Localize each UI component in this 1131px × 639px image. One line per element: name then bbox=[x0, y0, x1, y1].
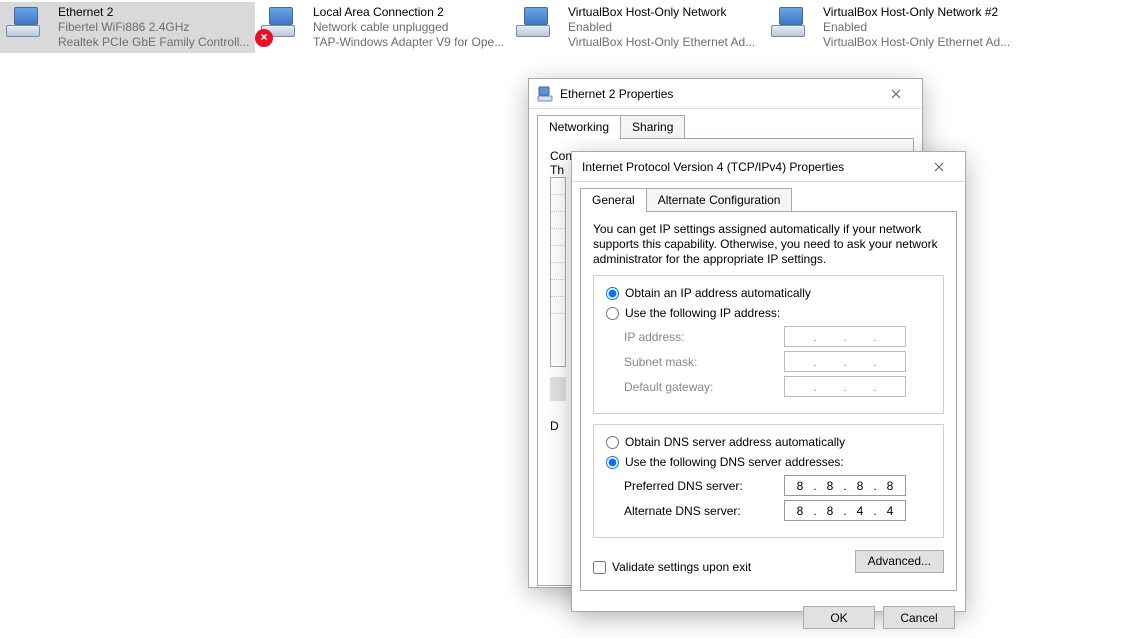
octet[interactable]: 8 bbox=[789, 479, 811, 493]
tab-alternate-configuration[interactable]: Alternate Configuration bbox=[646, 188, 793, 212]
adapter-icon bbox=[769, 5, 817, 47]
field-label: Default gateway: bbox=[624, 380, 784, 394]
description-text: You can get IP settings assigned automat… bbox=[593, 222, 944, 267]
adapter-small-icon bbox=[537, 86, 553, 102]
dialog-title: Internet Protocol Version 4 (TCP/IPv4) P… bbox=[582, 160, 917, 174]
adapter-icon bbox=[4, 5, 52, 47]
tabs: Networking Sharing bbox=[529, 109, 922, 139]
tab-networking[interactable]: Networking bbox=[537, 115, 621, 139]
octet[interactable]: 8 bbox=[819, 479, 841, 493]
cancel-button[interactable]: Cancel bbox=[883, 606, 955, 629]
connection-lan-2[interactable]: × Local Area Connection 2 Network cable … bbox=[255, 2, 510, 53]
radio-label: Obtain an IP address automatically bbox=[625, 286, 811, 300]
row-subnet-mask: Subnet mask: ... bbox=[624, 351, 931, 372]
install-button-strip[interactable] bbox=[550, 377, 566, 401]
field-label: Preferred DNS server: bbox=[624, 479, 784, 493]
octet[interactable]: 4 bbox=[849, 504, 871, 518]
close-button[interactable] bbox=[874, 80, 918, 108]
radio-label: Use the following DNS server addresses: bbox=[625, 455, 844, 469]
dialog-button-row: OK Cancel bbox=[572, 600, 965, 639]
octet[interactable]: 8 bbox=[789, 504, 811, 518]
octet[interactable]: 8 bbox=[879, 479, 901, 493]
titlebar[interactable]: Ethernet 2 Properties bbox=[529, 79, 922, 109]
field-label: Subnet mask: bbox=[624, 355, 784, 369]
connection-name: Ethernet 2 bbox=[58, 5, 249, 20]
connection-status: Fibertel WiFi886 2.4GHz bbox=[58, 20, 249, 35]
tab-general[interactable]: General bbox=[580, 188, 647, 212]
connection-status: Enabled bbox=[568, 20, 755, 35]
error-badge-icon: × bbox=[255, 29, 273, 47]
validate-settings-checkbox[interactable]: Validate settings upon exit bbox=[593, 560, 751, 574]
ip-address-input: ... bbox=[784, 326, 906, 347]
ip-address-group: Obtain an IP address automatically Use t… bbox=[593, 275, 944, 414]
close-button[interactable] bbox=[917, 153, 961, 181]
radio-label: Obtain DNS server address automatically bbox=[625, 435, 845, 449]
alternate-dns-input[interactable]: 8. 8. 4. 4 bbox=[784, 500, 906, 521]
row-ip-address: IP address: ... bbox=[624, 326, 931, 347]
subnet-mask-input: ... bbox=[784, 351, 906, 372]
radio-use-dns[interactable]: Use the following DNS server addresses: bbox=[606, 455, 931, 469]
tabs: General Alternate Configuration bbox=[572, 182, 965, 212]
connection-ethernet-2[interactable]: Ethernet 2 Fibertel WiFi886 2.4GHz Realt… bbox=[0, 2, 255, 53]
octet[interactable]: 4 bbox=[879, 504, 901, 518]
connection-status: Network cable unplugged bbox=[313, 20, 504, 35]
titlebar[interactable]: Internet Protocol Version 4 (TCP/IPv4) P… bbox=[572, 152, 965, 182]
validate-settings-input[interactable] bbox=[593, 561, 606, 574]
radio-use-ip[interactable]: Use the following IP address: bbox=[606, 306, 931, 320]
ok-button[interactable]: OK bbox=[803, 606, 875, 629]
connection-vbox-2[interactable]: VirtualBox Host-Only Network #2 Enabled … bbox=[765, 2, 1020, 53]
dns-group: Obtain DNS server address automatically … bbox=[593, 424, 944, 538]
radio-obtain-ip-auto[interactable]: Obtain an IP address automatically bbox=[606, 286, 931, 300]
connection-vbox-1[interactable]: VirtualBox Host-Only Network Enabled Vir… bbox=[510, 2, 765, 53]
field-label: Alternate DNS server: bbox=[624, 504, 784, 518]
adapter-icon: × bbox=[259, 5, 307, 47]
description-label: D bbox=[550, 419, 566, 433]
row-alternate-dns: Alternate DNS server: 8. 8. 4. 4 bbox=[624, 500, 931, 521]
tab-sharing[interactable]: Sharing bbox=[620, 115, 685, 139]
adapter-icon bbox=[514, 5, 562, 47]
radio-use-dns-input[interactable] bbox=[606, 456, 619, 469]
dialog-title: Ethernet 2 Properties bbox=[560, 87, 874, 101]
connection-device: TAP-Windows Adapter V9 for Ope... bbox=[313, 35, 504, 50]
preferred-dns-input[interactable]: 8. 8. 8. 8 bbox=[784, 475, 906, 496]
ipv4-properties-dialog[interactable]: Internet Protocol Version 4 (TCP/IPv4) P… bbox=[571, 151, 966, 612]
radio-obtain-dns-auto[interactable]: Obtain DNS server address automatically bbox=[606, 435, 931, 449]
advanced-button[interactable]: Advanced... bbox=[855, 550, 944, 573]
octet[interactable]: 8 bbox=[819, 504, 841, 518]
row-preferred-dns: Preferred DNS server: 8. 8. 8. 8 bbox=[624, 475, 931, 496]
row-default-gateway: Default gateway: ... bbox=[624, 376, 931, 397]
connection-name: Local Area Connection 2 bbox=[313, 5, 504, 20]
connection-name: VirtualBox Host-Only Network #2 bbox=[823, 5, 1010, 20]
radio-obtain-dns-auto-input[interactable] bbox=[606, 436, 619, 449]
checkbox-label: Validate settings upon exit bbox=[612, 560, 751, 574]
connection-status: Enabled bbox=[823, 20, 1010, 35]
connection-device: VirtualBox Host-Only Ethernet Ad... bbox=[823, 35, 1010, 50]
network-connections-list: Ethernet 2 Fibertel WiFi886 2.4GHz Realt… bbox=[0, 0, 1131, 53]
this-connection-uses-label: Th bbox=[550, 163, 566, 177]
radio-label: Use the following IP address: bbox=[625, 306, 780, 320]
octet[interactable]: 8 bbox=[849, 479, 871, 493]
tab-pane-general: You can get IP settings assigned automat… bbox=[580, 211, 957, 591]
connection-device: VirtualBox Host-Only Ethernet Ad... bbox=[568, 35, 755, 50]
connection-device: Realtek PCIe GbE Family Controll... bbox=[58, 35, 249, 50]
protocol-listbox[interactable] bbox=[550, 177, 566, 367]
default-gateway-input: ... bbox=[784, 376, 906, 397]
radio-use-ip-input[interactable] bbox=[606, 307, 619, 320]
radio-obtain-ip-auto-input[interactable] bbox=[606, 287, 619, 300]
connection-name: VirtualBox Host-Only Network bbox=[568, 5, 755, 20]
field-label: IP address: bbox=[624, 330, 784, 344]
